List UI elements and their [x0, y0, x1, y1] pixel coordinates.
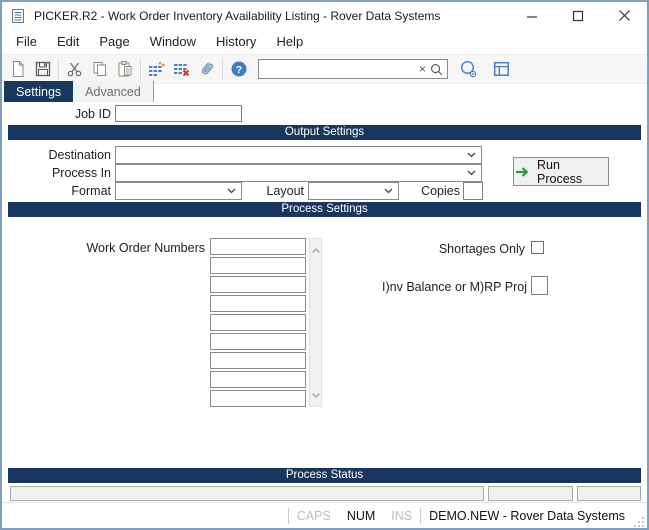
destination-label: Destination — [48, 148, 111, 162]
window-title: PICKER.R2 - Work Order Inventory Availab… — [34, 8, 441, 23]
process-in-label: Process In — [51, 166, 111, 180]
toolbar-separator — [140, 59, 141, 79]
maximize-button[interactable] — [555, 2, 601, 29]
search-icon[interactable] — [429, 62, 447, 77]
menu-help[interactable]: Help — [266, 31, 313, 52]
paste-icon[interactable] — [112, 57, 137, 81]
layout-select[interactable] — [308, 182, 399, 200]
status-bar: CAPS NUM INS DEMO.NEW - Rover Data Syste… — [2, 502, 647, 528]
work-order-input-8[interactable] — [210, 371, 306, 388]
save-icon[interactable] — [30, 57, 55, 81]
toolbar-separator — [222, 59, 223, 79]
inv-balance-input[interactable] — [531, 276, 548, 295]
num-indicator: NUM — [346, 508, 376, 523]
menu-bar: File Edit Page Window History Help — [2, 29, 647, 54]
run-process-label: Run Process — [537, 157, 583, 186]
process-settings-header: Process Settings — [8, 202, 641, 217]
process-status-panel-right — [577, 486, 641, 501]
layout-label: Layout — [266, 184, 304, 198]
document-list-icon — [10, 8, 26, 24]
copies-input[interactable] — [463, 182, 483, 200]
run-process-button[interactable]: Run Process — [513, 157, 609, 186]
chevron-down-icon — [227, 188, 236, 194]
search-input[interactable] — [259, 60, 416, 78]
help-icon[interactable]: ? — [226, 57, 251, 81]
work-order-input-3[interactable] — [210, 276, 306, 293]
toolbar: ? × — [2, 54, 647, 84]
tab-advanced-label: Advanced — [85, 85, 141, 99]
work-order-list — [210, 238, 307, 409]
job-id-label: Job ID — [74, 107, 111, 121]
search-clear-icon[interactable]: × — [416, 63, 429, 75]
tab-advanced[interactable]: Advanced — [73, 81, 154, 102]
window-controls — [509, 2, 647, 29]
destination-select[interactable] — [115, 146, 482, 164]
scroll-down-icon[interactable] — [311, 386, 321, 404]
tab-settings-label: Settings — [16, 85, 62, 99]
close-button[interactable] — [601, 2, 647, 29]
new-document-icon[interactable] — [5, 57, 30, 81]
work-order-numbers-label: Work Order Numbers — [86, 241, 205, 255]
menu-page[interactable]: Page — [89, 31, 139, 52]
caps-indicator: CAPS — [296, 508, 331, 523]
ins-indicator: INS — [391, 508, 413, 523]
find-preview-icon[interactable] — [456, 57, 481, 81]
work-order-input-1[interactable] — [210, 238, 306, 255]
job-id-input[interactable] — [115, 105, 242, 122]
format-select[interactable] — [115, 182, 242, 200]
run-arrow-icon — [514, 165, 530, 179]
session-label: DEMO.NEW - Rover Data Systems — [429, 508, 625, 523]
work-order-input-6[interactable] — [210, 333, 306, 350]
process-status-header: Process Status — [8, 468, 641, 483]
shortages-only-label: Shortages Only — [438, 242, 525, 256]
minimize-button[interactable] — [509, 2, 555, 29]
inv-balance-label: I)nv Balance or M)RP Proj — [382, 280, 527, 294]
resize-grip[interactable] — [633, 514, 645, 528]
work-order-scrollbar[interactable] — [309, 238, 322, 407]
process-status-panel-main — [10, 486, 484, 501]
chevron-down-icon — [467, 170, 476, 176]
output-settings-header: Output Settings — [8, 125, 641, 140]
title-bar: PICKER.R2 - Work Order Inventory Availab… — [2, 2, 647, 29]
tab-settings[interactable]: Settings — [4, 81, 74, 102]
tab-strip: Settings Advanced — [4, 81, 154, 102]
process-status-panel-mid — [488, 486, 573, 501]
toolbar-separator — [58, 59, 59, 79]
format-label: Format — [71, 184, 111, 198]
svg-text:?: ? — [235, 64, 241, 76]
toolbar-search: × — [258, 59, 448, 79]
shortages-only-checkbox[interactable] — [531, 241, 544, 254]
work-order-input-4[interactable] — [210, 295, 306, 312]
records-icon[interactable] — [144, 57, 169, 81]
layout-icon[interactable] — [489, 57, 514, 81]
menu-file[interactable]: File — [6, 31, 47, 52]
work-order-input-2[interactable] — [210, 257, 306, 274]
work-order-input-7[interactable] — [210, 352, 306, 369]
copies-label: Copies — [421, 184, 460, 198]
copy-icon[interactable] — [87, 57, 112, 81]
menu-window[interactable]: Window — [140, 31, 206, 52]
cut-icon[interactable] — [62, 57, 87, 81]
records-delete-icon[interactable] — [169, 57, 194, 81]
menu-history[interactable]: History — [206, 31, 266, 52]
work-order-input-9[interactable] — [210, 390, 306, 407]
process-in-select[interactable] — [115, 164, 482, 182]
attachment-icon[interactable] — [194, 57, 219, 81]
app-window: PICKER.R2 - Work Order Inventory Availab… — [0, 0, 649, 530]
toolbar-right-group — [456, 57, 514, 81]
chevron-down-icon — [467, 152, 476, 158]
menu-edit[interactable]: Edit — [47, 31, 89, 52]
work-order-input-5[interactable] — [210, 314, 306, 331]
